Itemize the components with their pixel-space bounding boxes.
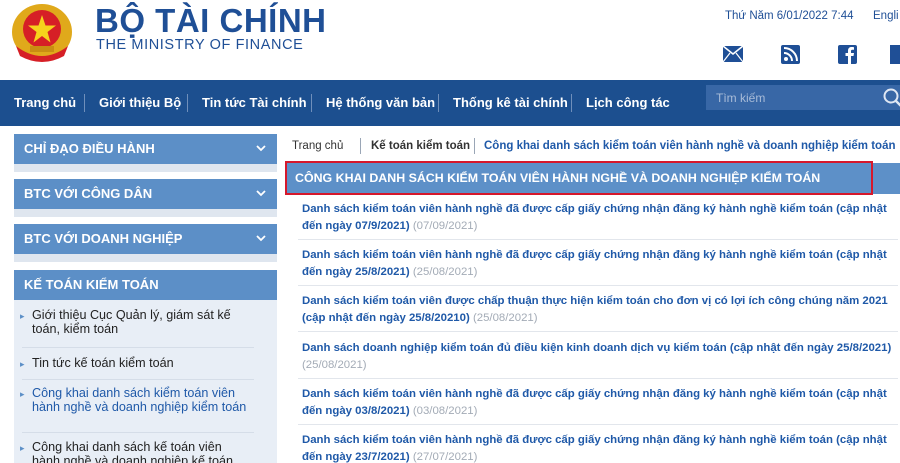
sidebar-section-accounting: KẾ TOÁN KIỂM TOÁN ▸ Giới thiệu Cục Quản … [14,270,277,463]
sidebar-section-label: KẾ TOÁN KIỂM TOÁN [24,277,159,292]
list-item[interactable]: Danh sách kiểm toán viên hành nghề đã đư… [302,201,892,235]
site-header: BỘ TÀI CHÍNH THE MINISTRY OF FINANCE Thứ… [0,0,900,80]
list-item-title[interactable]: Danh sách kiểm toán viên hành nghề đã đư… [302,249,887,278]
search-icon[interactable] [883,88,900,113]
list-item[interactable]: Danh sách kiểm toán viên được chấp thuận… [302,293,892,327]
arrow-right-icon: ▸ [20,389,25,399]
list-item[interactable]: Danh sách kiểm toán viên hành nghề đã đư… [302,386,892,420]
sidebar-link-accountants[interactable]: ▸ Công khai danh sách kế toán viên hành … [20,440,247,463]
list-item[interactable]: Danh sách doanh nghiệp kiểm toán đủ điều… [302,340,892,374]
list-item-date: (25/08/2021) [472,312,538,324]
nav-documents[interactable]: Hệ thống văn bản [326,80,435,126]
list-item-date: (25/08/2021) [302,359,367,371]
breadcrumb-current[interactable]: Công khai danh sách kiểm toán viên hành … [484,140,896,152]
rss-icon[interactable] [780,44,800,64]
list-item-title[interactable]: Danh sách kiểm toán viên hành nghề đã đư… [302,388,887,417]
sidebar-link-auditors[interactable]: ▸ Công khai danh sách kiểm toán viên hàn… [20,386,247,414]
nav-home[interactable]: Trang chủ [14,80,76,126]
brand-title[interactable]: BỘ TÀI CHÍNH [95,2,327,40]
nav-finance-news[interactable]: Tin tức Tài chính [202,80,307,126]
breadcrumb-home[interactable]: Trang chủ [292,140,343,152]
arrow-right-icon: ▸ [20,359,25,369]
sidebar-section-enterprises[interactable]: BTC VỚI DOANH NGHIỆP [14,224,277,254]
nav-statistics[interactable]: Thống kê tài chính [453,80,568,126]
list-item[interactable]: Danh sách kiểm toán viên hành nghề đã đư… [302,247,892,281]
facebook-icon[interactable] [837,44,857,64]
list-item-date: (07/09/2021) [412,220,478,232]
sidebar-section-direction[interactable]: CHỈ ĐẠO ĐIỀU HÀNH [14,134,277,164]
more-icon[interactable] [890,44,900,64]
brand-subtitle: THE MINISTRY OF FINANCE [96,37,304,53]
mail-icon[interactable] [723,44,743,64]
sidebar-section-label: BTC VỚI DOANH NGHIỆP [24,231,183,246]
arrow-right-icon: ▸ [20,443,25,453]
search-input[interactable] [706,85,866,110]
list-item-date: (03/08/2021) [412,405,478,417]
nav-about[interactable]: Giới thiệu Bộ [99,80,181,126]
search-box [706,85,900,110]
national-emblem-logo[interactable] [8,2,76,64]
language-switch[interactable]: Engli [873,10,899,22]
sidebar-section-label: CHỈ ĐẠO ĐIỀU HÀNH [24,141,155,156]
sidebar-section-accounting-header[interactable]: KẾ TOÁN KIỂM TOÁN [14,270,277,300]
list-item-title[interactable]: Danh sách doanh nghiệp kiểm toán đủ điều… [302,342,891,354]
list-item-date: (27/07/2021) [412,451,478,463]
sidebar-section-citizens[interactable]: BTC VỚI CÔNG DÂN [14,179,277,209]
list-item-title[interactable]: Danh sách kiểm toán viên hành nghề đã đư… [302,203,887,232]
list-item-date: (25/08/2021) [412,266,478,278]
highlight-annotation [285,161,873,195]
list-item[interactable]: Danh sách kiểm toán viên hành nghề đã đư… [302,432,892,463]
sidebar-link-intro[interactable]: ▸ Giới thiệu Cục Quản lý, giám sát kế to… [20,308,247,336]
sidebar-section-label: BTC VỚI CÔNG DÂN [24,186,153,201]
current-date: Thứ Năm 6/01/2022 7:44 [725,10,854,22]
arrow-right-icon: ▸ [20,311,25,321]
sidebar-link-news[interactable]: ▸ Tin tức kế toán kiểm toán [20,356,247,370]
list-item-title[interactable]: Danh sách kiểm toán viên hành nghề đã đư… [302,434,887,463]
breadcrumb-accounting[interactable]: Kế toán kiểm toán [371,140,470,152]
nav-schedule[interactable]: Lịch công tác [586,80,670,126]
list-item-title[interactable]: Danh sách kiểm toán viên được chấp thuận… [302,295,888,324]
